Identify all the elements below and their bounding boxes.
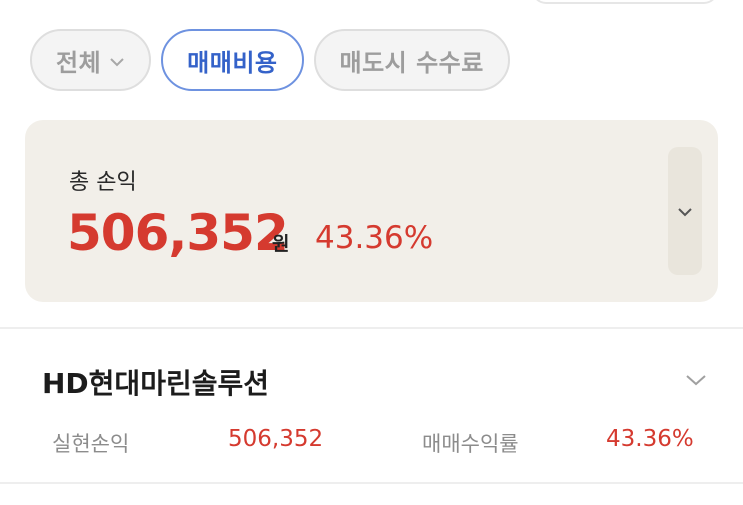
total-pnl-unit: 원 [272,233,290,255]
chevron-down-icon [109,48,125,72]
realized-pnl-label: 실현손익 [52,432,130,456]
chevron-down-icon [684,375,708,396]
filter-chip-bar: 전체 매매비용 매도시 수수료 [30,29,510,95]
total-pnl-rate: 43.36% [315,220,434,256]
top-control-partial[interactable] [532,0,718,4]
section-divider [0,482,743,484]
total-pnl-amount: 506,352 [67,204,289,262]
filter-chip-trade-cost-label: 매매비용 [187,48,278,77]
total-pnl-title: 총 손익 [69,170,137,195]
summary-expand-button[interactable] [668,147,702,275]
chevron-down-icon [677,202,693,221]
stock-name[interactable]: HD현대마린솔루션 [42,362,269,402]
total-pnl-card: 총 손익 506,352 원 43.36% [25,120,718,302]
filter-chip-all[interactable]: 전체 [30,29,152,91]
section-divider [0,327,743,329]
realized-pnl-value: 506,352 [228,426,324,452]
filter-chip-sell-fee[interactable]: 매도시 수수료 [313,29,510,91]
stock-expand-button[interactable] [684,368,708,392]
trade-return-label: 매매수익률 [422,432,519,456]
filter-chip-all-label: 전체 [56,48,102,77]
trade-return-value: 43.36% [606,426,694,452]
filter-chip-trade-cost[interactable]: 매매비용 [161,29,304,91]
filter-chip-sell-fee-label: 매도시 수수료 [339,48,484,77]
